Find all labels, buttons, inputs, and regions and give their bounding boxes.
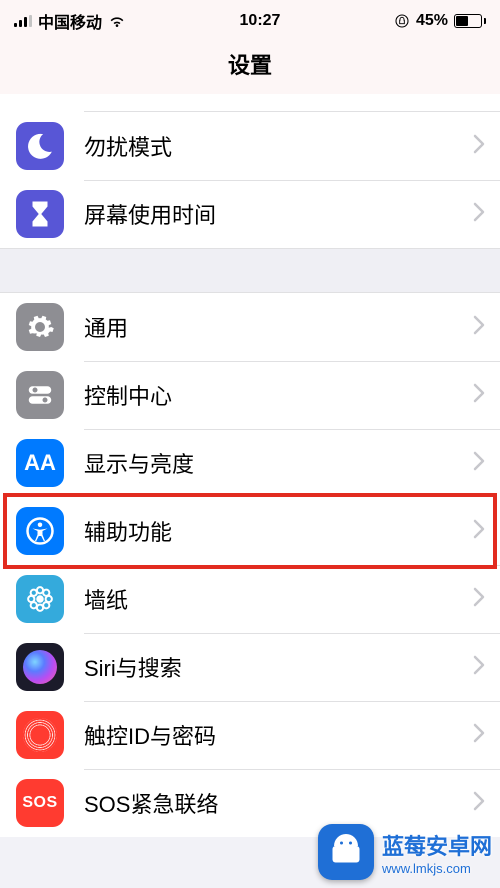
chevron-right-icon	[472, 202, 500, 227]
watermark-logo-icon	[318, 824, 374, 880]
aa-glyph: AA	[24, 450, 56, 476]
chevron-right-icon	[472, 451, 500, 476]
row-label: 通用	[84, 311, 472, 343]
chevron-right-icon	[472, 723, 500, 748]
row-do-not-disturb[interactable]: 勿扰模式	[0, 112, 500, 180]
row-label: 勿扰模式	[84, 130, 472, 162]
status-right: 45%	[394, 12, 486, 30]
gear-icon	[16, 303, 64, 351]
battery-percent: 45%	[416, 12, 448, 30]
row-label: 辅助功能	[84, 515, 472, 547]
moon-icon	[16, 122, 64, 170]
row-label: Siri与搜索	[84, 651, 472, 683]
row-label: 显示与亮度	[84, 447, 472, 479]
row-label: 屏幕使用时间	[84, 198, 472, 230]
row-display-brightness[interactable]: AA 显示与亮度	[0, 429, 500, 497]
flower-icon	[16, 575, 64, 623]
watermark-text: 蓝莓安卓网	[382, 834, 492, 859]
row-general[interactable]: 通用	[0, 293, 500, 361]
text-size-icon: AA	[16, 439, 64, 487]
status-left: 中国移动	[14, 9, 126, 33]
row-label: 墙纸	[84, 583, 472, 615]
row-accessibility[interactable]: 辅助功能	[0, 497, 500, 565]
accessibility-icon	[16, 507, 64, 555]
wifi-icon	[108, 12, 126, 30]
rotation-lock-icon	[394, 13, 410, 29]
chevron-right-icon	[472, 655, 500, 680]
chevron-right-icon	[472, 791, 500, 816]
chevron-right-icon	[472, 587, 500, 612]
row-control-center[interactable]: 控制中心	[0, 361, 500, 429]
settings-group-b: 通用 控制中心 AA 显示与亮度 辅助功能 墙纸 Siri与搜索	[0, 293, 500, 837]
row-siri-search[interactable]: Siri与搜索	[0, 633, 500, 701]
chevron-right-icon	[472, 383, 500, 408]
watermark-url: www.lmkjs.com	[382, 861, 492, 876]
fingerprint-icon	[16, 711, 64, 759]
chevron-right-icon	[472, 519, 500, 544]
row-label: 控制中心	[84, 379, 472, 411]
chevron-right-icon	[472, 134, 500, 159]
row-wallpaper[interactable]: 墙纸	[0, 565, 500, 633]
row-screentime[interactable]: 屏幕使用时间	[0, 180, 500, 248]
sos-icon: SOS	[16, 779, 64, 827]
partial-row-divider	[84, 94, 500, 112]
chevron-right-icon	[472, 315, 500, 340]
cellular-signal-icon	[14, 15, 32, 27]
siri-icon	[16, 643, 64, 691]
watermark: 蓝莓安卓网 www.lmkjs.com	[318, 824, 492, 880]
toggles-icon	[16, 371, 64, 419]
battery-icon	[454, 14, 486, 28]
row-touch-id-passcode[interactable]: 触控ID与密码	[0, 701, 500, 769]
sos-glyph: SOS	[22, 794, 57, 812]
page-title: 设置	[0, 48, 500, 80]
status-bar: 中国移动 10:27 45%	[0, 0, 500, 42]
hourglass-icon	[16, 190, 64, 238]
row-label: SOS紧急联络	[84, 787, 472, 819]
settings-group-a: 勿扰模式 屏幕使用时间	[0, 112, 500, 248]
group-separator	[0, 248, 500, 293]
carrier-label: 中国移动	[38, 9, 102, 33]
page-header: 设置	[0, 42, 500, 94]
row-label: 触控ID与密码	[84, 719, 472, 751]
clock: 10:27	[240, 12, 281, 30]
